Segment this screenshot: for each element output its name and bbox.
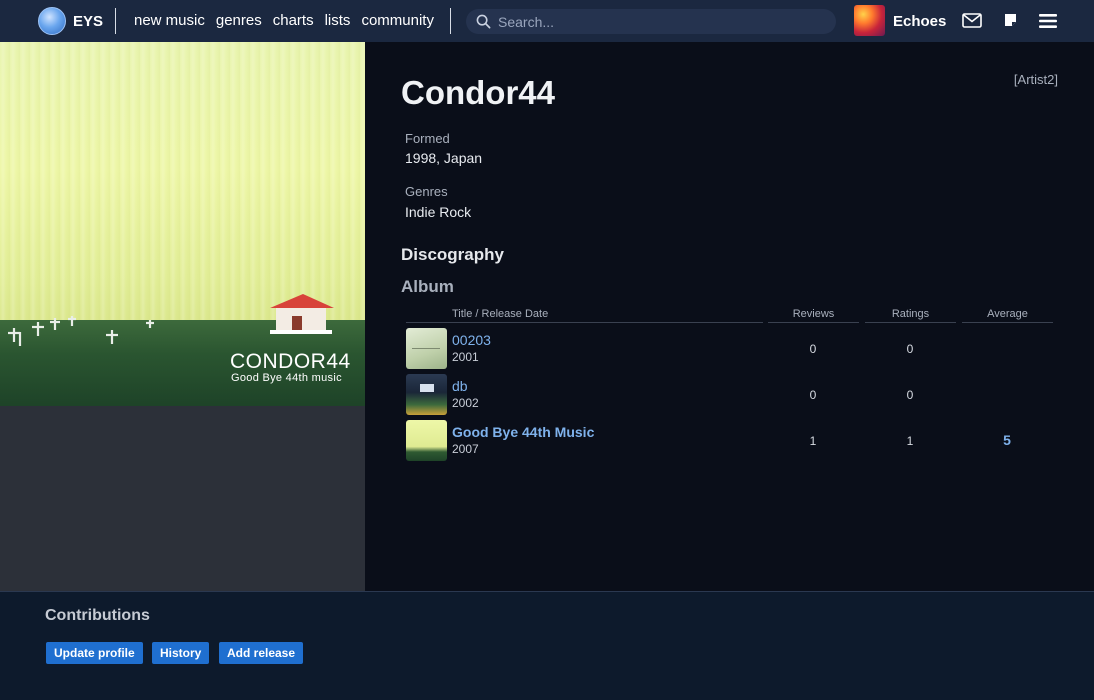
release-ratings: 1 — [906, 434, 914, 448]
search-box[interactable] — [466, 9, 836, 34]
note-icon[interactable] — [1003, 13, 1018, 28]
release-title-link[interactable]: db — [452, 378, 468, 394]
cover-subtitle-text: Good Bye 44th music — [231, 372, 342, 384]
menu-icon[interactable] — [1039, 13, 1057, 29]
release-title-link[interactable]: Good Bye 44th Music — [452, 424, 594, 440]
release-average[interactable]: 5 — [987, 432, 1027, 448]
top-nav-bar: EYS new music genres charts lists commun… — [0, 0, 1094, 42]
main-nav: new music genres charts lists community — [134, 12, 434, 29]
release-year: 2001 — [452, 350, 479, 364]
nav-new-music[interactable]: new music — [134, 12, 205, 29]
column-header-average[interactable]: Average — [962, 308, 1053, 323]
search-input[interactable] — [498, 11, 818, 32]
column-header-title[interactable]: Title / Release Date — [406, 308, 763, 323]
cover-panel: CONDOR44 Good Bye 44th music — [0, 42, 365, 591]
release-ratings: 0 — [906, 342, 914, 356]
contributions-footer: Contributions Update profile History Add… — [0, 591, 1094, 700]
divider — [450, 8, 451, 34]
formed-value: 1998, Japan — [405, 150, 483, 166]
release-year: 2002 — [452, 396, 479, 410]
column-header-ratings[interactable]: Ratings — [865, 308, 956, 323]
add-release-button[interactable]: Add release — [219, 642, 304, 664]
nav-lists[interactable]: lists — [325, 12, 351, 29]
column-header-reviews[interactable]: Reviews — [768, 308, 859, 323]
release-row: db 2002 0 0 — [406, 374, 1054, 416]
update-profile-button[interactable]: Update profile — [46, 642, 143, 664]
nav-genres[interactable]: genres — [216, 12, 262, 29]
artist-tag: [Artist2] — [1013, 72, 1058, 87]
release-thumbnail[interactable] — [406, 374, 447, 415]
release-row: 00203 2001 0 0 — [406, 328, 1054, 370]
divider — [115, 8, 116, 34]
genres-label: Genres — [405, 184, 448, 199]
nav-community[interactable]: community — [361, 12, 434, 29]
release-reviews: 0 — [809, 388, 817, 402]
album-cover-image[interactable]: CONDOR44 Good Bye 44th music — [0, 42, 365, 406]
release-row: Good Bye 44th Music 2007 1 1 5 — [406, 420, 1054, 462]
album-section-heading: Album — [401, 277, 454, 296]
nav-charts[interactable]: charts — [273, 12, 314, 29]
release-title-link[interactable]: 00203 — [452, 332, 491, 348]
brand-name[interactable]: EYS — [73, 13, 103, 30]
release-reviews: 1 — [809, 434, 817, 448]
discography-heading: Discography — [401, 245, 504, 264]
mail-icon[interactable] — [962, 13, 982, 28]
cover-title-text: CONDOR44 — [230, 350, 351, 373]
formed-label: Formed — [405, 131, 450, 146]
release-thumbnail[interactable] — [406, 328, 447, 369]
release-year: 2007 — [452, 442, 479, 456]
search-icon — [476, 14, 491, 29]
artist-main: Condor44 [Artist2] Formed 1998, Japan Ge… — [365, 42, 1094, 591]
release-reviews: 0 — [809, 342, 817, 356]
history-button[interactable]: History — [152, 642, 210, 664]
release-ratings: 0 — [906, 388, 914, 402]
genres-value[interactable]: Indie Rock — [405, 204, 471, 220]
artist-name: Condor44 — [401, 74, 556, 111]
user-avatar[interactable] — [854, 5, 885, 36]
contributions-heading: Contributions — [45, 607, 150, 624]
globe-logo-icon[interactable] — [38, 7, 66, 35]
release-thumbnail[interactable] — [406, 420, 447, 461]
user-name[interactable]: Echoes — [893, 13, 946, 30]
